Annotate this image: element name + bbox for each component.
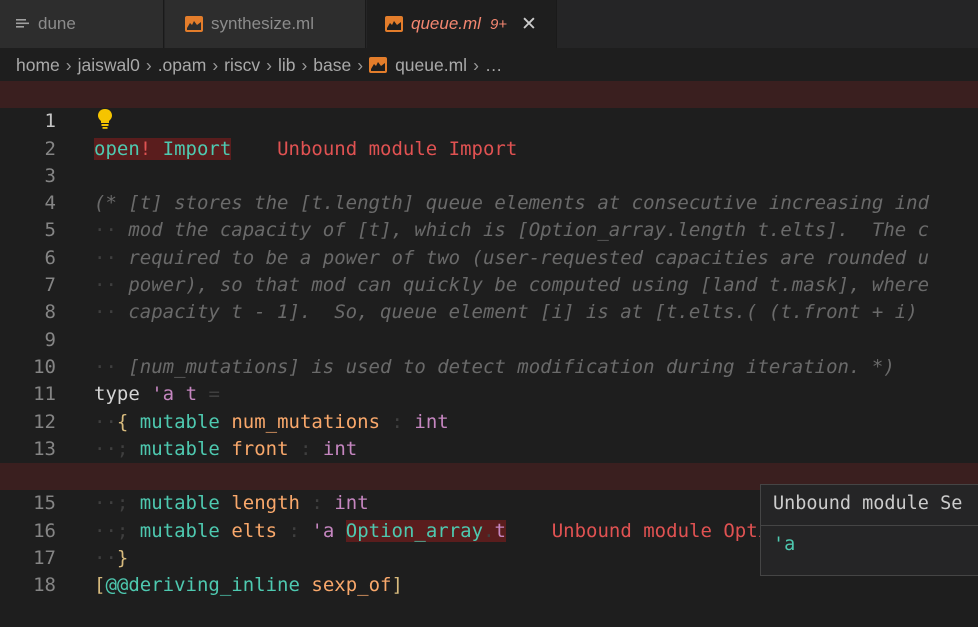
breadcrumb: home › jaiswal0 › .opam › riscv › lib › … (0, 49, 978, 81)
lightbulb-icon[interactable] (96, 108, 114, 135)
hover-tooltip: Unbound module Se 'a (760, 484, 978, 576)
tooltip-type: 'a (773, 534, 796, 555)
breadcrumb-item[interactable]: .opam (158, 55, 207, 76)
tab-label: queue.ml (411, 14, 481, 33)
chevron-right-icon: › (357, 54, 364, 75)
tab-dune[interactable]: dune (0, 0, 164, 48)
code-line: 7 ·· capacity t - 1]. So, queue element … (0, 245, 978, 323)
tab-queue-ml[interactable]: queue.ml 9+ ✕ (367, 0, 557, 48)
tab-bar-empty (557, 0, 978, 48)
code-line: 10 type 'a t = (0, 327, 978, 405)
code-line: 11 ··{ mutable num_mutations : int (0, 354, 978, 432)
breadcrumb-item[interactable]: jaiswal0 (78, 55, 140, 76)
code-line: 6 ·· power), so that mod can quickly be … (0, 218, 978, 296)
menu-lines-icon (16, 18, 30, 30)
tab-label: synthesize.ml (211, 14, 314, 33)
problems-count-badge: 9+ (489, 15, 508, 33)
chevron-right-icon: › (301, 54, 308, 75)
code-line: 8 (0, 272, 978, 323)
chevron-right-icon: › (145, 54, 152, 75)
code-line: 4 ·· mod the capacity of [t], which is [… (0, 163, 978, 241)
tab-label: dune (38, 14, 76, 33)
attribute: @@deriving_inline (105, 574, 300, 597)
breadcrumb-item[interactable]: … (485, 55, 503, 76)
breadcrumb-item[interactable]: lib (278, 55, 296, 76)
tab-bar: dune synthesize.ml queue.ml 9+ ✕ (0, 0, 978, 48)
code-line: 2 (0, 108, 978, 160)
line-number: 18 (33, 574, 56, 597)
code-line: 5 ·· required to be a power of two (user… (0, 190, 978, 268)
code-line: 14 ··; mutable length : int (0, 436, 978, 514)
chevron-right-icon: › (212, 54, 219, 75)
breadcrumb-item[interactable]: base (313, 55, 351, 76)
breadcrumb-item[interactable]: home (16, 55, 60, 76)
code-line: 9 ·· [num_mutations] is used to detect m… (0, 299, 978, 378)
ocaml-camel-icon (185, 16, 203, 32)
code-line: 12 ··; mutable front : int (0, 381, 978, 460)
ocaml-camel-icon (369, 57, 388, 73)
chevron-right-icon: › (65, 54, 72, 75)
chevron-right-icon: › (473, 54, 479, 75)
tab-synthesize-ml[interactable]: synthesize.ml (165, 0, 366, 48)
breadcrumb-item[interactable]: queue.ml (395, 55, 467, 76)
code-line: 1 open! Import Unbound module Import (0, 81, 978, 160)
divider (761, 525, 978, 526)
code-line: 13 ··; mutable mask : int (0, 409, 978, 487)
ocaml-camel-icon (385, 16, 403, 32)
chevron-right-icon: › (266, 54, 272, 75)
tooltip-message: Unbound module Se (773, 493, 963, 514)
attribute-argument: sexp_of (311, 574, 392, 597)
close-icon[interactable]: ✕ (521, 13, 537, 36)
code-line: 3 (* [t] stores the [t.length] queue ele… (0, 136, 978, 214)
breadcrumb-item[interactable]: riscv (224, 55, 260, 76)
